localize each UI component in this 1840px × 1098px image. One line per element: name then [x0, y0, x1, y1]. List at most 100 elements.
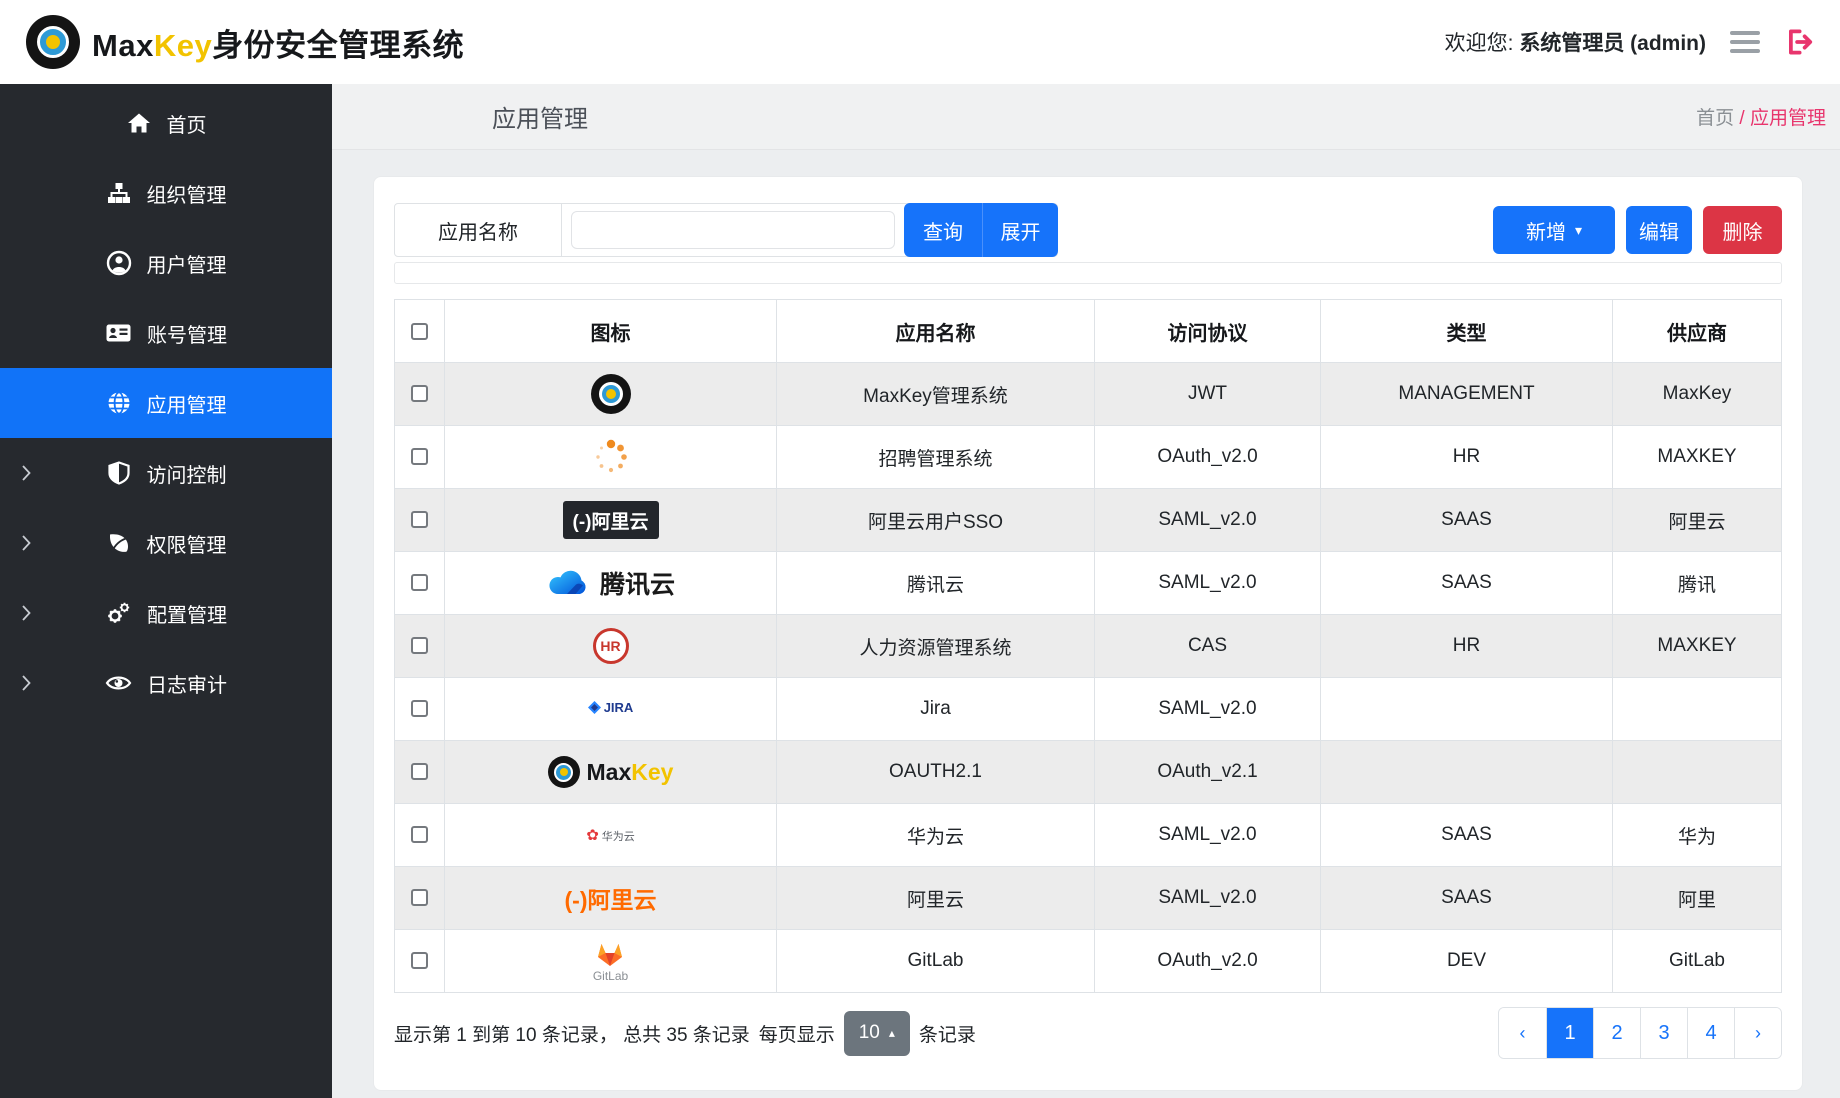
row-checkbox[interactable]: [411, 511, 428, 528]
breadcrumb-current: 应用管理: [1750, 108, 1826, 129]
chevron-right-icon: [20, 674, 32, 692]
table-row[interactable]: GitLab GitLab OAuth_v2.0 DEV GitLab: [395, 930, 1782, 993]
sidebar-item-access-control[interactable]: 访问控制: [0, 438, 332, 508]
cell-protocol: OAuth_v2.0: [1095, 930, 1321, 993]
app-name-input[interactable]: [571, 211, 895, 249]
table-header-row: 图标 应用名称 访问协议 类型 供应商: [395, 300, 1782, 363]
cell-vendor: 阿里: [1613, 867, 1782, 930]
row-checkbox[interactable]: [411, 637, 428, 654]
tencent-cloud-icon: [546, 567, 592, 599]
jira-icon: [588, 701, 601, 714]
table-row[interactable]: 腾讯云 腾讯云 SAML_v2.0 SAAS 腾讯: [395, 552, 1782, 615]
cell-app-name: 人力资源管理系统: [777, 615, 1095, 678]
cell-category: DEV: [1321, 930, 1613, 993]
cell-app-name: 阿里云用户SSO: [777, 489, 1095, 552]
page-size-prefix: 每页显示: [759, 1020, 835, 1047]
sitemap-icon: [106, 180, 132, 206]
cell-vendor: [1613, 678, 1782, 741]
row-checkbox[interactable]: [411, 385, 428, 402]
cell-category: SAAS: [1321, 804, 1613, 867]
cell-protocol: SAML_v2.0: [1095, 552, 1321, 615]
page-size-suffix: 条记录: [919, 1020, 976, 1047]
hr-logo: HR: [593, 628, 629, 664]
page-button-4[interactable]: 4: [1687, 1008, 1734, 1058]
col-protocol: 访问协议: [1095, 300, 1321, 363]
gitlab-logo: GitLab: [593, 969, 628, 983]
cell-protocol: OAuth_v2.0: [1095, 426, 1321, 489]
welcome-text: 欢迎您: 系统管理员 (admin): [1445, 27, 1706, 57]
sidebar-item-config[interactable]: 配置管理: [0, 578, 332, 648]
table-row[interactable]: MaxKey管理系统 JWT MANAGEMENT MaxKey: [395, 363, 1782, 426]
table-row[interactable]: (-)阿里云 阿里云 SAML_v2.0 SAAS 阿里: [395, 867, 1782, 930]
col-vendor: 供应商: [1613, 300, 1782, 363]
cell-app-name: 招聘管理系统: [777, 426, 1095, 489]
next-page-button[interactable]: ›: [1734, 1008, 1781, 1058]
pagination: ‹ 1 2 3 4 ›: [1498, 1007, 1782, 1059]
page-button-2[interactable]: 2: [1593, 1008, 1640, 1058]
breadcrumb: 首页 / 应用管理: [1696, 103, 1826, 130]
logout-icon[interactable]: [1784, 27, 1814, 57]
page-button-1[interactable]: 1: [1546, 1008, 1593, 1058]
row-checkbox[interactable]: [411, 889, 428, 906]
cell-vendor: 华为: [1613, 804, 1782, 867]
page-size-select[interactable]: 10▴: [844, 1011, 910, 1056]
record-summary: 显示第 1 到第 10 条记录， 总共 35 条记录: [394, 1020, 750, 1047]
sidebar-item-org[interactable]: 组织管理: [0, 158, 332, 228]
cogs-icon: [105, 600, 132, 626]
chevron-right-icon: [20, 604, 32, 622]
cell-protocol: OAuth_v2.1: [1095, 741, 1321, 804]
sidebar-item-permissions[interactable]: 权限管理: [0, 508, 332, 578]
delete-button[interactable]: 删除: [1703, 206, 1782, 254]
search-form: 应用名称 查询 展开: [394, 203, 1058, 257]
maxkey-full-logo: MaxKey: [548, 756, 674, 788]
maxkey-icon: [591, 374, 631, 414]
row-checkbox[interactable]: [411, 700, 428, 717]
row-checkbox[interactable]: [411, 574, 428, 591]
cell-vendor: MaxKey: [1613, 363, 1782, 426]
table-row[interactable]: 招聘管理系统 OAuth_v2.0 HR MAXKEY: [395, 426, 1782, 489]
page-button-3[interactable]: 3: [1640, 1008, 1687, 1058]
cell-vendor: GitLab: [1613, 930, 1782, 993]
chevron-right-icon: [20, 464, 32, 482]
cell-category: MANAGEMENT: [1321, 363, 1613, 426]
cell-vendor: [1613, 741, 1782, 804]
cell-protocol: JWT: [1095, 363, 1321, 426]
chevron-right-icon: [20, 534, 32, 552]
sidebar-item-users[interactable]: 用户管理: [0, 228, 332, 298]
select-all-header: [395, 300, 445, 363]
prev-page-button[interactable]: ‹: [1499, 1008, 1546, 1058]
sidebar-item-audit[interactable]: 日志审计: [0, 648, 332, 718]
search-label: 应用名称: [395, 204, 562, 256]
table-toolbar-strip: [394, 262, 1782, 284]
cell-protocol: SAML_v2.0: [1095, 678, 1321, 741]
aliyun-dark-logo: (-)阿里云: [563, 501, 659, 539]
table-row[interactable]: JIRA Jira SAML_v2.0: [395, 678, 1782, 741]
select-all-checkbox[interactable]: [411, 323, 428, 340]
table-row[interactable]: MaxKey OAUTH2.1 OAuth_v2.1: [395, 741, 1782, 804]
breadcrumb-home-link[interactable]: 首页: [1696, 108, 1734, 129]
cell-category: [1321, 741, 1613, 804]
row-checkbox[interactable]: [411, 763, 428, 780]
edit-button[interactable]: 编辑: [1626, 206, 1692, 254]
row-checkbox[interactable]: [411, 448, 428, 465]
cell-protocol: SAML_v2.0: [1095, 489, 1321, 552]
menu-toggle-icon[interactable]: [1730, 31, 1760, 53]
cell-category: SAAS: [1321, 552, 1613, 615]
table-row[interactable]: (-)阿里云 阿里云用户SSO SAML_v2.0 SAAS 阿里云: [395, 489, 1782, 552]
cell-protocol: SAML_v2.0: [1095, 804, 1321, 867]
sidebar-item-home[interactable]: 首页: [0, 88, 332, 158]
sidebar-item-apps[interactable]: 应用管理: [0, 368, 332, 438]
table-row[interactable]: ✿华为云 华为云 SAML_v2.0 SAAS 华为: [395, 804, 1782, 867]
add-button[interactable]: 新增▾: [1493, 206, 1615, 254]
cell-app-name: OAUTH2.1: [777, 741, 1095, 804]
topbar: MaxKey身份安全管理系统 欢迎您: 系统管理员 (admin): [0, 0, 1840, 84]
globe-icon: [106, 390, 132, 416]
col-icon: 图标: [445, 300, 777, 363]
row-checkbox[interactable]: [411, 952, 428, 969]
table-row[interactable]: HR 人力资源管理系统 CAS HR MAXKEY: [395, 615, 1782, 678]
query-button[interactable]: 查询: [904, 203, 982, 257]
expand-button[interactable]: 展开: [982, 203, 1058, 257]
row-checkbox[interactable]: [411, 826, 428, 843]
jira-logo: JIRA: [604, 700, 634, 715]
sidebar-item-accounts[interactable]: 账号管理: [0, 298, 332, 368]
